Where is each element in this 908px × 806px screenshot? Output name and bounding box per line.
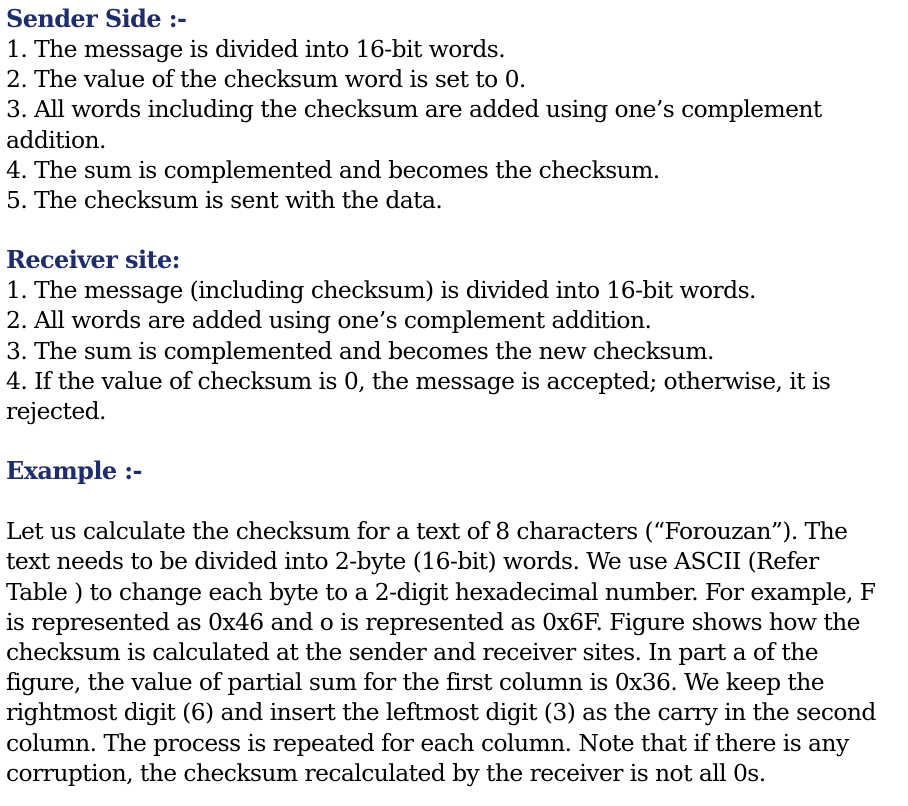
example-line-2: text needs to be divided into 2-byte (16… <box>6 547 819 576</box>
receiver-step-4-continued: rejected. <box>6 397 106 426</box>
document-page: Sender Side :- 1. The message is divided… <box>6 4 906 788</box>
sender-step-3: 3. All words including the checksum are … <box>6 95 822 124</box>
sender-heading: Sender Side :- <box>6 4 187 33</box>
example-paragraph: Let us calculate the checksum for a text… <box>6 516 906 788</box>
example-line-5: checksum is calculated at the sender and… <box>6 638 819 667</box>
sender-section: Sender Side :- 1. The message is divided… <box>6 4 906 215</box>
receiver-heading: Receiver site: <box>6 245 180 275</box>
example-spacer <box>6 486 906 516</box>
example-line-3: Table ) to change each byte to a 2-digit… <box>6 577 876 606</box>
sender-step-2: 2. The value of the checksum word is set… <box>6 65 526 94</box>
receiver-step-1: 1. The message (including checksum) is d… <box>6 276 756 305</box>
example-line-8: column. The process is repeated for each… <box>6 728 849 757</box>
example-line-7: rightmost digit (6) and insert the leftm… <box>6 698 876 727</box>
example-heading: Example :- <box>6 456 143 486</box>
sender-step-3-continued: addition. <box>6 125 106 154</box>
receiver-section: Receiver site: 1. The message (including… <box>6 245 906 426</box>
receiver-step-4: 4. If the value of checksum is 0, the me… <box>6 366 831 395</box>
sender-step-5: 5. The checksum is sent with the data. <box>6 186 443 215</box>
example-section: Example :- Let us calculate the checksum… <box>6 456 906 788</box>
example-line-9: corruption, the checksum recalculated by… <box>6 758 766 787</box>
receiver-step-3: 3. The sum is complemented and becomes t… <box>6 336 714 365</box>
receiver-step-2: 2. All words are added using one’s compl… <box>6 306 652 335</box>
sender-step-4: 4. The sum is complemented and becomes t… <box>6 155 660 184</box>
example-line-4: is represented as 0x46 and o is represen… <box>6 607 861 636</box>
sender-step-1: 1. The message is divided into 16-bit wo… <box>6 35 506 63</box>
example-line-1: Let us calculate the checksum for a text… <box>6 517 848 546</box>
example-line-6: figure, the value of partial sum for the… <box>6 668 825 697</box>
